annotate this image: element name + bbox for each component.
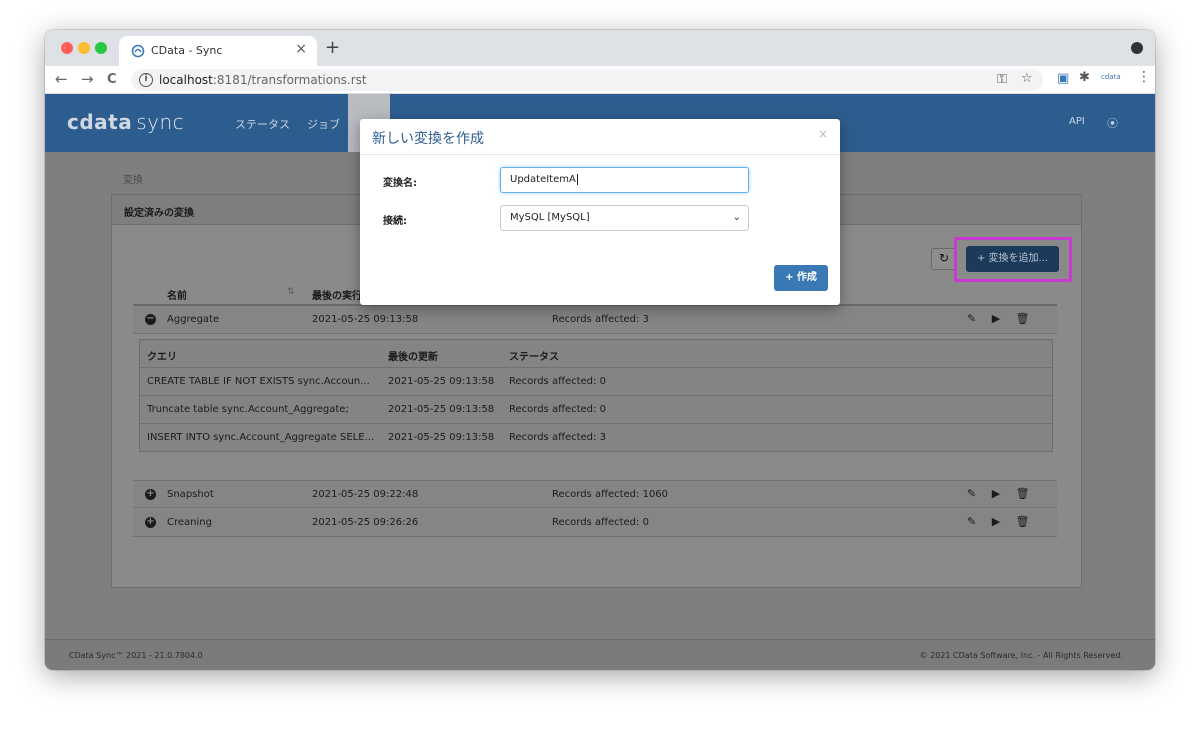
browser-tab-strip: CData - Sync × + — [45, 30, 1155, 66]
transformation-name-label: 変換名: — [383, 178, 417, 189]
table-row[interactable]: + Snapshot 2021-05-25 09:22:48 Records a… — [133, 480, 1057, 508]
tab-title: CData - Sync — [151, 44, 223, 57]
user-icon[interactable]: ⦿ — [1107, 115, 1118, 131]
table-row[interactable]: − Aggregate 2021-05-25 09:13:58 Records … — [133, 306, 1057, 334]
column-header-name[interactable]: 名前 — [167, 287, 187, 302]
transformation-last-run: 2021-05-25 09:13:58 — [312, 314, 419, 325]
row-actions-edit-run-delete-icon[interactable]: ✎ ▶ 🗑 — [967, 515, 1036, 528]
bookmark-star-icon[interactable]: ☆ — [1021, 71, 1033, 86]
column-header-status: ステータス — [509, 352, 559, 363]
transformation-last-run: 2021-05-25 09:26:26 — [312, 517, 419, 528]
connection-select[interactable]: MySQL [MySQL] ⌄ — [500, 205, 749, 231]
app-footer: CData Sync™ 2021 - 21.0.7804.0 © 2021 CD… — [45, 639, 1155, 670]
browser-tab[interactable]: CData - Sync × — [119, 36, 317, 66]
nav-status[interactable]: ステータス — [235, 116, 290, 132]
browser-menu-icon[interactable]: ⋮ — [1137, 69, 1151, 85]
address-bar[interactable]: i localhost:8181/transformations.rst ⚿ ☆ — [131, 69, 1043, 91]
collapse-icon[interactable]: − — [145, 314, 156, 325]
create-button[interactable]: + 作成 — [774, 265, 828, 291]
logo-product: sync — [136, 110, 185, 134]
transformation-status: Records affected: 1060 — [552, 489, 669, 500]
create-transformation-modal: 新しい変換を作成 × 変換名: UpdateItemA 接続: MySQL [M… — [360, 119, 840, 305]
transformation-status: Records affected: 3 — [552, 314, 649, 325]
site-info-icon[interactable]: i — [139, 73, 153, 87]
query-updated: 2021-05-25 09:13:58 — [388, 432, 495, 443]
translate-extension-icon[interactable]: ▣ — [1057, 71, 1069, 86]
modal-close-icon[interactable]: × — [818, 127, 828, 141]
expand-icon[interactable]: + — [145, 489, 156, 500]
column-header-last-run[interactable]: 最後の実行 — [312, 287, 362, 302]
new-tab-button[interactable]: + — [325, 37, 340, 58]
key-icon[interactable]: ⚿ — [997, 72, 1007, 87]
browser-toolbar: ← → C i localhost:8181/transformations.r… — [45, 66, 1155, 94]
row-actions-edit-run-delete-icon[interactable]: ✎ ▶ 🗑 — [967, 312, 1036, 325]
tab-close-icon[interactable]: × — [295, 41, 307, 57]
connection-selected-value: MySQL [MySQL] — [510, 212, 590, 223]
footer-copyright: © 2021 CData Software, Inc. - All Rights… — [919, 651, 1123, 660]
table-row[interactable]: + Creaning 2021-05-25 09:26:26 Records a… — [133, 509, 1057, 537]
text-cursor — [576, 174, 578, 185]
extensions-puzzle-icon[interactable]: ✱ — [1079, 70, 1090, 85]
transformation-name: Creaning — [167, 517, 212, 528]
modal-header: 新しい変換を作成 × — [360, 119, 840, 155]
expand-icon[interactable]: + — [145, 517, 156, 528]
query-status: Records affected: 3 — [509, 432, 606, 443]
cdata-sync-logo[interactable]: cdata sync — [67, 110, 184, 134]
transformation-name-input[interactable]: UpdateItemA — [500, 167, 749, 193]
sort-icon[interactable]: ⇅ — [287, 287, 295, 297]
query-subtable: クエリ 最後の更新 ステータス CREATE TABLE IF NOT EXIS… — [139, 339, 1053, 452]
query-row[interactable]: CREATE TABLE IF NOT EXISTS sync.Accoun..… — [140, 368, 1052, 396]
url-path: :8181/transformations.rst — [212, 73, 367, 87]
query-updated: 2021-05-25 09:13:58 — [388, 404, 495, 415]
nav-api[interactable]: API — [1069, 116, 1085, 127]
query-updated: 2021-05-25 09:13:58 — [388, 376, 495, 387]
url-host: localhost — [159, 73, 213, 87]
row-actions-edit-run-delete-icon[interactable]: ✎ ▶ 🗑 — [967, 487, 1036, 500]
query-row[interactable]: Truncate table sync.Account_Aggregate; 2… — [140, 396, 1052, 424]
column-header-updated: 最後の更新 — [388, 352, 438, 363]
query-status: Records affected: 0 — [509, 404, 606, 415]
url-text: localhost:8181/transformations.rst — [159, 73, 367, 87]
connection-label: 接続: — [383, 216, 407, 227]
footer-version: CData Sync™ 2021 - 21.0.7804.0 — [69, 651, 203, 660]
transformation-status: Records affected: 0 — [552, 517, 649, 528]
transformation-name-value: UpdateItemA — [510, 174, 576, 185]
panel-title: 設定済みの変換 — [124, 208, 194, 219]
query-text: INSERT INTO sync.Account_Aggregate SELE.… — [147, 432, 375, 443]
back-arrow-icon[interactable]: ← — [55, 70, 68, 88]
cdata-extension-icon[interactable]: cdata — [1101, 73, 1121, 81]
cdata-favicon-icon — [131, 44, 145, 58]
profile-icon[interactable] — [1131, 42, 1143, 54]
close-window-button[interactable] — [61, 42, 73, 54]
query-text: Truncate table sync.Account_Aggregate; — [147, 404, 349, 415]
maximize-window-button[interactable] — [95, 42, 107, 54]
query-text: CREATE TABLE IF NOT EXISTS sync.Accoun..… — [147, 376, 370, 387]
query-table-header: クエリ 最後の更新 ステータス — [140, 340, 1052, 368]
modal-title: 新しい変換を作成 — [372, 131, 484, 147]
transformation-name: Snapshot — [167, 489, 214, 500]
highlight-annotation-box — [954, 237, 1072, 282]
chevron-down-icon: ⌄ — [732, 212, 741, 223]
refresh-icon: ↻ — [938, 251, 950, 265]
minimize-window-button[interactable] — [78, 42, 90, 54]
logo-brand: cdata — [67, 110, 133, 134]
breadcrumb: 変換 — [123, 175, 143, 186]
reload-icon[interactable]: C — [107, 72, 117, 87]
forward-arrow-icon[interactable]: → — [81, 70, 94, 88]
transformation-name: Aggregate — [167, 314, 220, 325]
query-row[interactable]: INSERT INTO sync.Account_Aggregate SELE.… — [140, 424, 1052, 452]
column-header-query: クエリ — [147, 352, 177, 363]
query-status: Records affected: 0 — [509, 376, 606, 387]
nav-jobs[interactable]: ジョブ — [307, 116, 340, 132]
transformation-last-run: 2021-05-25 09:22:48 — [312, 489, 419, 500]
